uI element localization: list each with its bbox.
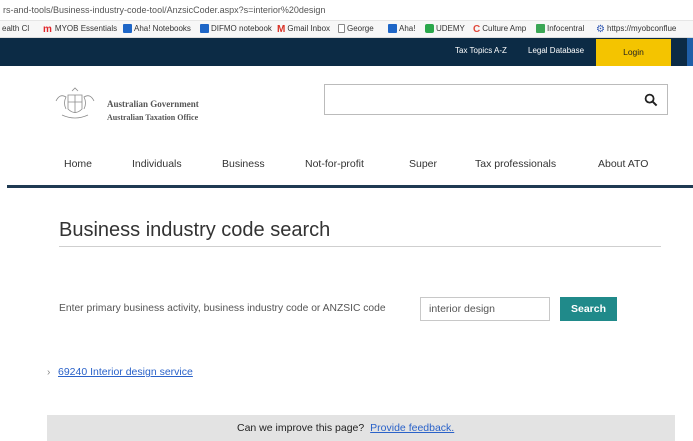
result-link[interactable]: 69240 Interior design service [58, 366, 193, 378]
bookmark-label: Aha! Notebooks [134, 24, 191, 33]
bookmark-george[interactable]: George [338, 24, 374, 33]
infocentral-icon [536, 24, 545, 33]
address-bar[interactable]: rs-and-tools/Business-industry-code-tool… [0, 0, 693, 21]
nav-tax-professionals[interactable]: Tax professionals [475, 158, 556, 170]
nav-about-ato[interactable]: About ATO [598, 158, 648, 170]
bookmark-culture-amp[interactable]: C Culture Amp [473, 24, 527, 35]
bookmark-gmail-inbox[interactable]: M Gmail Inbox [277, 24, 331, 35]
aha-icon [388, 24, 397, 33]
code-search-label: Enter primary business activity, busines… [59, 303, 386, 314]
culture-amp-icon: C [473, 24, 481, 35]
chevron-right-icon: › [47, 367, 51, 378]
bookmark-label: Culture Amp [482, 24, 527, 33]
tax-topics-link[interactable]: Tax Topics A-Z [455, 46, 507, 55]
aha-icon [200, 24, 209, 33]
search-icon[interactable] [644, 93, 658, 107]
bookmark-infocentral[interactable]: Infocentral [536, 24, 584, 33]
nav-home[interactable]: Home [64, 158, 92, 170]
udemy-icon [425, 24, 434, 33]
feedback-banner: Can we improve this page? Provide feedba… [47, 415, 675, 441]
nav-super[interactable]: Super [409, 158, 437, 170]
nav-business[interactable]: Business [222, 158, 265, 170]
bookmark-aha-notebooks[interactable]: Aha! Notebooks [123, 24, 191, 33]
search-button[interactable]: Search [560, 297, 617, 321]
coat-of-arms-icon [55, 87, 95, 119]
bookmark-label: UDEMY [436, 24, 465, 33]
title-divider [59, 246, 661, 247]
nav-individuals[interactable]: Individuals [132, 158, 182, 170]
bookmark-label: Aha! [399, 24, 416, 33]
government-name: Australian Government [107, 99, 199, 109]
bookmark-label: George [347, 24, 374, 33]
main-navigation: Home Individuals Business Not-for-profit… [7, 136, 693, 188]
myob-m-icon: m [43, 24, 52, 35]
provide-feedback-link[interactable]: Provide feedback. [370, 422, 454, 434]
bookmark-label: https://myobconflue [606, 24, 677, 33]
site-header: Australian Government Australian Taxatio… [0, 66, 693, 136]
bookmark-myob-confluence[interactable]: ⚙ https://myobconflue [596, 24, 677, 35]
bookmark-label: MYOB Essentials [54, 24, 118, 33]
bookmark-label: Infocentral [547, 24, 585, 33]
bookmark-difmo-notebook[interactable]: DIFMO notebook [200, 24, 272, 33]
bookmark-label: ealth Cl [2, 24, 30, 33]
bookmarks-bar: ealth Cl m MYOB Essentials Aha! Notebook… [0, 21, 693, 38]
page-title: Business industry code search [59, 219, 331, 241]
code-search-input[interactable] [420, 297, 550, 321]
myob-icon: ⚙ [596, 24, 605, 35]
edge-strip [687, 38, 693, 66]
bookmark-udemy[interactable]: UDEMY [425, 24, 465, 33]
url-text: rs-and-tools/Business-industry-code-tool… [3, 5, 326, 15]
site-search-box[interactable] [324, 84, 668, 115]
bookmark-label: DIFMO notebook [211, 24, 272, 33]
bookmark-aha[interactable]: Aha! [388, 24, 415, 33]
feedback-row: Can we improve this page? Provide feedba… [237, 422, 454, 434]
utility-bar: Tax Topics A-Z Legal Database Login [0, 38, 693, 66]
feedback-question: Can we improve this page? [237, 422, 365, 434]
bookmark-myob-essentials[interactable]: m MYOB Essentials [43, 24, 118, 35]
agency-name: Australian Taxation Office [107, 113, 199, 122]
document-icon [338, 24, 345, 33]
bookmark-health[interactable]: ealth Cl [2, 24, 29, 33]
login-button[interactable]: Login [596, 39, 671, 66]
nav-not-for-profit[interactable]: Not-for-profit [305, 158, 364, 170]
legal-database-link[interactable]: Legal Database [528, 46, 584, 55]
aha-icon [123, 24, 132, 33]
bookmark-label: Gmail Inbox [287, 24, 331, 33]
gmail-icon: M [277, 24, 286, 35]
